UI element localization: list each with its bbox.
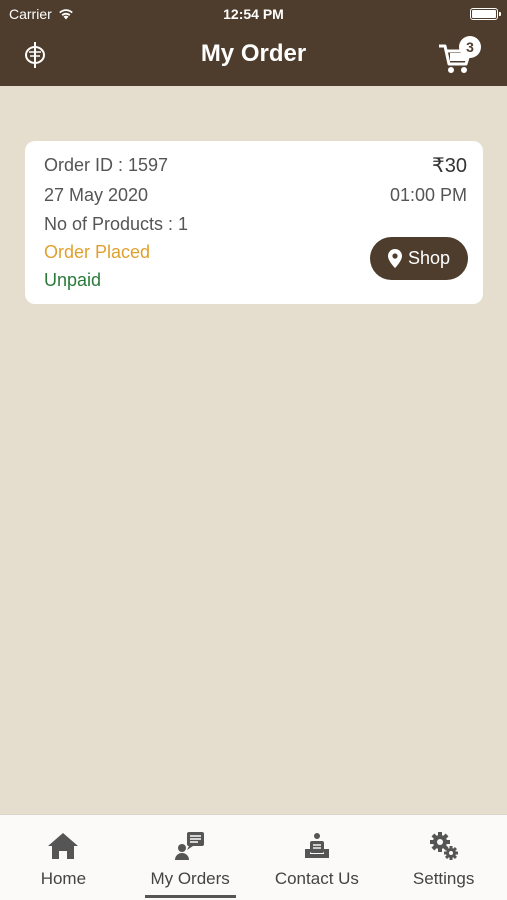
order-id: Order ID : 1597	[44, 155, 169, 175]
order-price: ₹30	[432, 155, 467, 177]
contact-icon	[304, 833, 329, 858]
tab-contact-us-label: Contact Us	[274, 869, 359, 888]
tab-my-orders[interactable]: My Orders	[127, 815, 254, 900]
active-tab-indicator	[144, 895, 236, 898]
battery-icon	[470, 8, 501, 20]
order-card[interactable]: Order ID : 1597 ₹30 27 May 2020 01:00 PM…	[25, 141, 483, 304]
order-products-count: No of Products : 1	[44, 214, 189, 234]
tab-settings-label: Settings	[412, 869, 475, 888]
tab-settings[interactable]: Settings	[380, 815, 507, 900]
nav-bar: My Order 3	[0, 28, 507, 86]
tab-home[interactable]: Home	[0, 815, 127, 900]
cart-button[interactable]: 3	[437, 36, 481, 76]
orders-icon	[175, 832, 205, 860]
order-date: 27 May 2020	[44, 185, 149, 205]
order-status: Order Placed	[44, 242, 151, 262]
tab-my-orders-label: My Orders	[150, 869, 230, 888]
page-title: My Order	[200, 40, 307, 67]
cart-count-badge: 3	[459, 36, 481, 58]
payment-status: Unpaid	[44, 270, 102, 290]
tab-home-label: Home	[40, 869, 87, 888]
gears-icon	[429, 832, 458, 860]
status-bar: Carrier 12:54 PM	[0, 0, 507, 28]
shop-button-label: Shop	[407, 248, 451, 268]
status-time: 12:54 PM	[223, 6, 284, 22]
tab-contact-us[interactable]: Contact Us	[254, 815, 381, 900]
shop-button[interactable]: Shop	[370, 237, 468, 280]
order-time: 01:00 PM	[389, 185, 467, 205]
location-pin-icon	[387, 249, 402, 268]
home-icon	[48, 833, 79, 859]
tab-bar: Home My Orders Contact Us Settings	[0, 814, 507, 900]
